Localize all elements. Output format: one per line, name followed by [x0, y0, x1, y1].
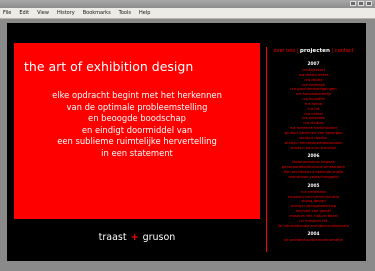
- nav-contact[interactable]: contact: [335, 48, 354, 54]
- menu-bookmarks[interactable]: Bookmarks: [83, 10, 111, 16]
- year-heading: 2007: [307, 62, 320, 67]
- nav-projects[interactable]: projecten: [300, 48, 330, 54]
- intro-text: elke opdracht begint met het herkennen v…: [16, 90, 258, 160]
- menu-history[interactable]: History: [57, 10, 75, 16]
- minimize-icon[interactable]: [350, 1, 356, 6]
- brand-name-left: traast: [98, 231, 127, 243]
- intro-line: van de optimale probleemstelling: [66, 101, 208, 112]
- nav-separator: |: [296, 48, 299, 54]
- browser-menubar: File Edit View History Bookmarks Tools H…: [0, 8, 375, 19]
- project-link[interactable]: ile architectuurbiennale venetie: [267, 238, 360, 243]
- window-controls: [350, 1, 372, 6]
- nav-separator: |: [331, 48, 334, 54]
- page-title: the art of exhibition design: [24, 59, 194, 74]
- intro-line: in een statement: [101, 147, 173, 158]
- intro-line: elke opdracht begint met het herkennen: [52, 90, 222, 100]
- brand-name-right: gruson: [142, 231, 176, 243]
- menu-help[interactable]: Help: [139, 10, 150, 16]
- intro-line: een sublieme ruimtelijke hervertelling: [57, 136, 217, 147]
- intro-line: en eindigt doormiddel van: [81, 124, 193, 135]
- window-titlebar: [0, 0, 375, 8]
- project-link[interactable]: ile internationale architectuurbiennale: [267, 224, 360, 229]
- menu-tools[interactable]: Tools: [119, 10, 131, 16]
- year-heading: 2005: [307, 183, 320, 189]
- brand-logo: traast + gruson: [14, 222, 260, 252]
- menu-file[interactable]: File: [3, 10, 11, 16]
- intro-line: en beoogde boodschap: [88, 113, 186, 124]
- sidebar: over ons | projecten | contact 2007 rca b…: [266, 47, 360, 252]
- menu-view[interactable]: View: [37, 10, 49, 16]
- year-heading: 2004: [307, 232, 320, 238]
- close-icon[interactable]: [366, 1, 372, 6]
- maximize-icon[interactable]: [358, 1, 364, 6]
- brand-plus: +: [130, 231, 139, 243]
- nav-about[interactable]: over ons: [273, 48, 295, 54]
- year-heading: 2006: [307, 154, 320, 160]
- menu-edit[interactable]: Edit: [19, 10, 29, 16]
- project-list: 2007 rca bijenkorf rca dahlia event rca dah…: [267, 61, 360, 243]
- site-nav: over ons | projecten | contact: [267, 47, 360, 55]
